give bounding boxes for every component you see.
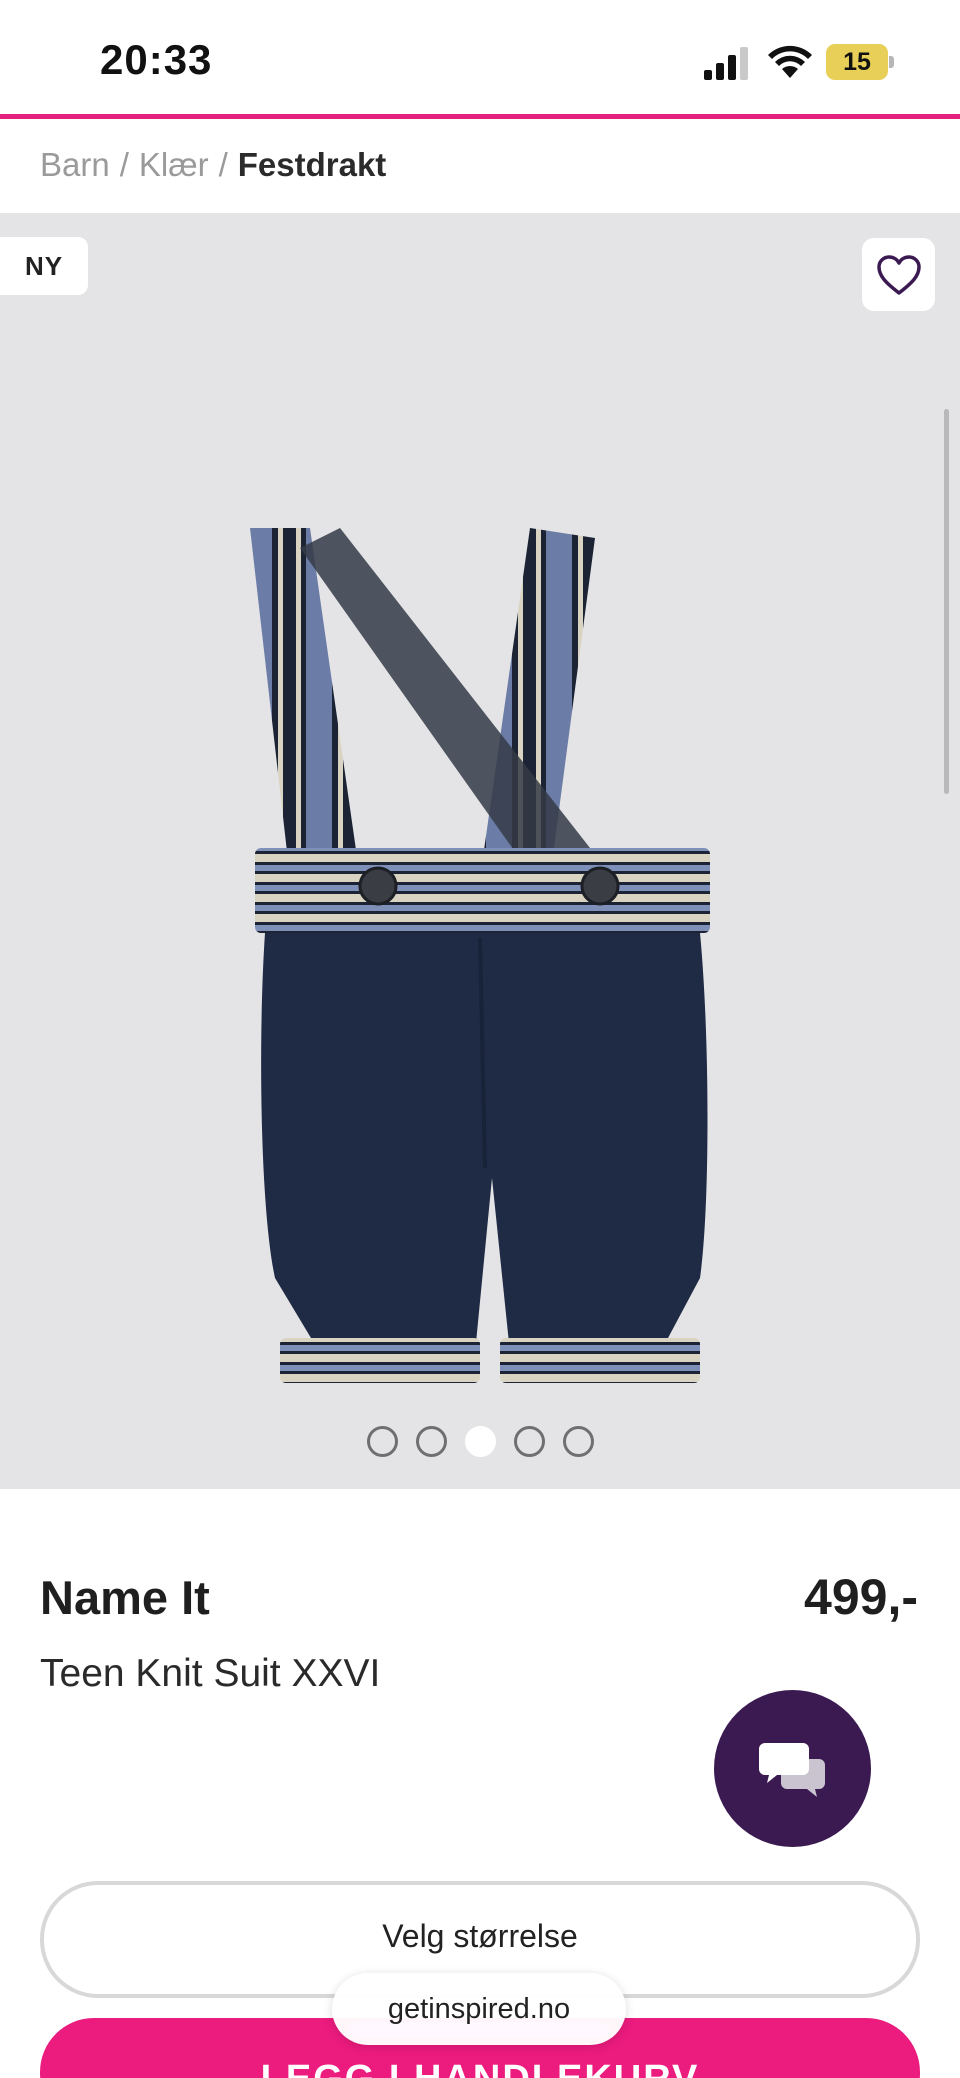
status-bar: 20:33 15 <box>0 0 960 116</box>
product-name: Teen Knit Suit XXVI <box>40 1652 381 1695</box>
status-time: 20:33 <box>100 36 213 83</box>
browser-url-bar[interactable]: getinspired.no <box>332 1973 626 2045</box>
carousel-dot[interactable] <box>562 1426 594 1457</box>
chat-button[interactable] <box>714 1690 871 1847</box>
breadcrumb-item-barn[interactable]: Barn <box>40 146 110 183</box>
heart-outline-icon <box>876 254 921 295</box>
battery-icon: 15 <box>826 44 894 80</box>
carousel-dot[interactable] <box>415 1426 447 1457</box>
scroll-indicator[interactable] <box>944 409 949 794</box>
carousel-dot[interactable] <box>513 1426 545 1457</box>
chat-bubbles-icon <box>758 1742 825 1797</box>
carousel-dots <box>0 1426 960 1462</box>
battery-cap <box>889 56 894 68</box>
carousel-dot[interactable] <box>366 1426 398 1457</box>
wishlist-button[interactable] <box>862 238 935 311</box>
carousel-dot[interactable] <box>464 1426 496 1457</box>
breadcrumb-separator: / <box>119 146 129 183</box>
battery-level: 15 <box>843 48 871 76</box>
new-badge: NY <box>0 237 88 295</box>
breadcrumb-current: Festdrakt <box>237 146 387 183</box>
wifi-icon <box>768 45 812 78</box>
product-brand[interactable]: Name It <box>40 1570 210 1625</box>
breadcrumb: Barn / Klær / Festdrakt <box>40 146 386 184</box>
product-image <box>250 528 710 1383</box>
signal-icon <box>704 47 748 80</box>
accent-line <box>0 114 960 119</box>
product-image-gallery[interactable]: NY <box>0 213 960 1489</box>
product-price: 499,- <box>804 1569 918 1625</box>
breadcrumb-separator: / <box>218 146 228 183</box>
breadcrumb-item-klaer[interactable]: Klær <box>139 146 209 183</box>
